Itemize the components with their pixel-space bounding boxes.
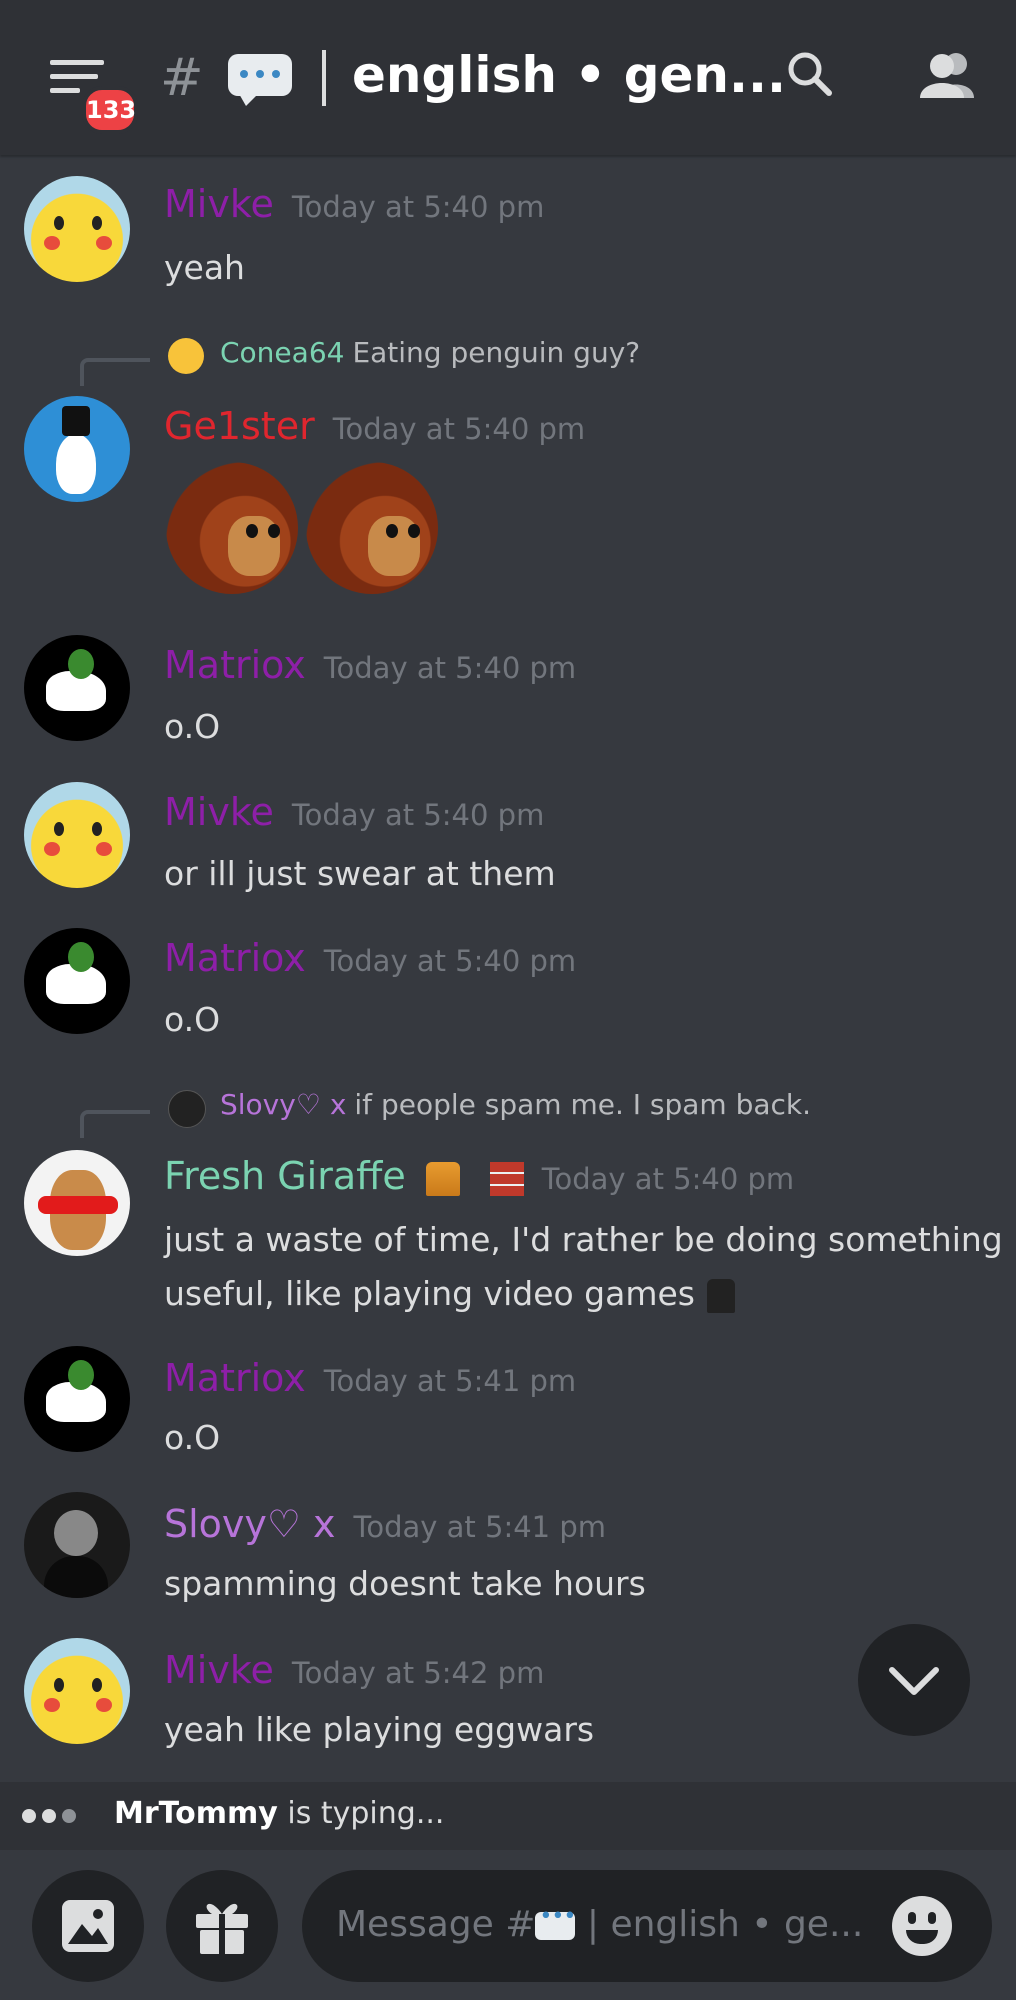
username[interactable]: Matriox — [164, 936, 306, 980]
username[interactable]: Ge1ster — [164, 404, 315, 448]
message-text: useful, like playing video games — [164, 1274, 695, 1313]
message-text: o.O — [164, 1000, 221, 1039]
chevron-down-icon — [889, 1667, 939, 1695]
channel-header: 133 # english • gen... — [0, 0, 1016, 155]
typing-suffix: is typing... — [287, 1796, 445, 1831]
reply-author: Conea64 — [220, 336, 345, 369]
timestamp: Today at 5:40 pm — [323, 944, 577, 978]
timestamp: Today at 5:41 pm — [323, 1364, 577, 1398]
timestamp: Today at 5:42 pm — [291, 1656, 545, 1690]
message-text: spamming doesnt take hours — [164, 1564, 646, 1603]
timestamp: Today at 5:41 pm — [353, 1510, 606, 1544]
avatar — [168, 338, 204, 374]
channel-title[interactable]: english • gen... — [352, 46, 786, 104]
dancing-man-emoji — [706, 1278, 735, 1313]
members-icon[interactable] — [916, 50, 980, 100]
message-composer: Message # | english • ge... — [0, 1850, 1016, 2000]
speech-bubble-icon — [535, 1904, 576, 1940]
typing-dots-icon — [22, 1808, 82, 1827]
avatar[interactable] — [24, 1150, 130, 1256]
reply-preview[interactable]: Conea64 Eating penguin guy? — [0, 336, 1016, 386]
timestamp: Today at 5:40 pm — [541, 1162, 795, 1196]
message[interactable]: Mivke Today at 5:40 pm or ill just swear … — [0, 782, 1016, 893]
image-upload-button[interactable] — [32, 1870, 144, 1982]
reply-connector — [80, 1110, 150, 1138]
message-text: o.O — [164, 1418, 221, 1457]
speech-bubble-icon — [228, 54, 292, 106]
hash-icon: # — [160, 48, 204, 108]
search-icon[interactable] — [786, 50, 832, 96]
reply-preview[interactable]: Slovy♡ x if people spam me. I spam back. — [0, 1088, 1016, 1138]
username[interactable]: Matriox — [164, 1356, 306, 1400]
avatar[interactable] — [24, 928, 130, 1034]
message-input[interactable]: Message # | english • ge... — [302, 1870, 992, 1982]
avatar — [168, 1090, 206, 1128]
reply-text: Eating penguin guy? — [352, 336, 641, 369]
timestamp: Today at 5:40 pm — [323, 651, 577, 685]
jump-to-bottom-button[interactable] — [858, 1624, 970, 1736]
avatar[interactable] — [24, 1638, 130, 1744]
username[interactable]: Matriox — [164, 643, 306, 687]
placeholder-prefix: Message # — [336, 1904, 536, 1945]
message[interactable]: Fresh Giraffe Today at 5:40 pm just a was… — [0, 1146, 1016, 1326]
emoji-picker-icon[interactable] — [892, 1896, 952, 1956]
typing-user: MrTommy — [114, 1796, 278, 1831]
message-text: yeah like playing eggwars — [164, 1710, 595, 1749]
username[interactable]: Mivke — [164, 1648, 274, 1692]
message[interactable]: Matriox Today at 5:40 pm o.O — [0, 928, 1016, 1039]
username[interactable]: Fresh Giraffe — [164, 1154, 406, 1198]
message-text: yeah — [164, 248, 245, 287]
username[interactable]: Mivke — [164, 790, 274, 834]
monkey-emoji — [166, 462, 298, 594]
message[interactable]: Slovy♡ x Today at 5:41 pm spamming doesnt… — [0, 1492, 1016, 1603]
monkey-emoji — [306, 462, 438, 594]
message[interactable]: Matriox Today at 5:41 pm o.O — [0, 1346, 1016, 1457]
reply-text: if people spam me. I spam back. — [354, 1088, 812, 1121]
avatar[interactable] — [24, 782, 130, 888]
reply-author: Slovy♡ x — [220, 1088, 347, 1121]
avatar[interactable] — [24, 1492, 130, 1598]
message-text: or ill just swear at them — [164, 854, 556, 893]
avatar[interactable] — [24, 635, 130, 741]
notification-badge: 133 — [82, 86, 138, 134]
message[interactable]: Mivke Today at 5:40 pm yeah — [0, 170, 1016, 287]
avatar[interactable] — [24, 1346, 130, 1452]
giraffe-emoji — [425, 1161, 460, 1196]
message[interactable]: Matriox Today at 5:40 pm o.O — [0, 635, 1016, 746]
timestamp: Today at 5:40 pm — [291, 190, 545, 224]
typing-indicator: MrTommy is typing... — [0, 1782, 1016, 1850]
divider — [322, 50, 326, 106]
timestamp: Today at 5:40 pm — [291, 798, 545, 832]
gift-icon — [196, 1903, 248, 1954]
timestamp: Today at 5:40 pm — [332, 412, 586, 446]
message-text: o.O — [164, 707, 221, 746]
reply-connector — [80, 358, 150, 386]
avatar[interactable] — [24, 396, 130, 502]
avatar[interactable] — [24, 176, 130, 282]
username[interactable]: Mivke — [164, 182, 274, 226]
image-icon — [62, 1900, 114, 1952]
message[interactable]: Ge1ster Today at 5:40 pm — [0, 390, 1016, 600]
brick-emoji — [489, 1161, 524, 1196]
gift-button[interactable] — [166, 1870, 278, 1982]
username[interactable]: Slovy♡ x — [164, 1502, 336, 1546]
placeholder-suffix: english • ge... — [610, 1904, 864, 1945]
message-text: just a waste of time, I'd rather be doin… — [164, 1220, 1003, 1259]
